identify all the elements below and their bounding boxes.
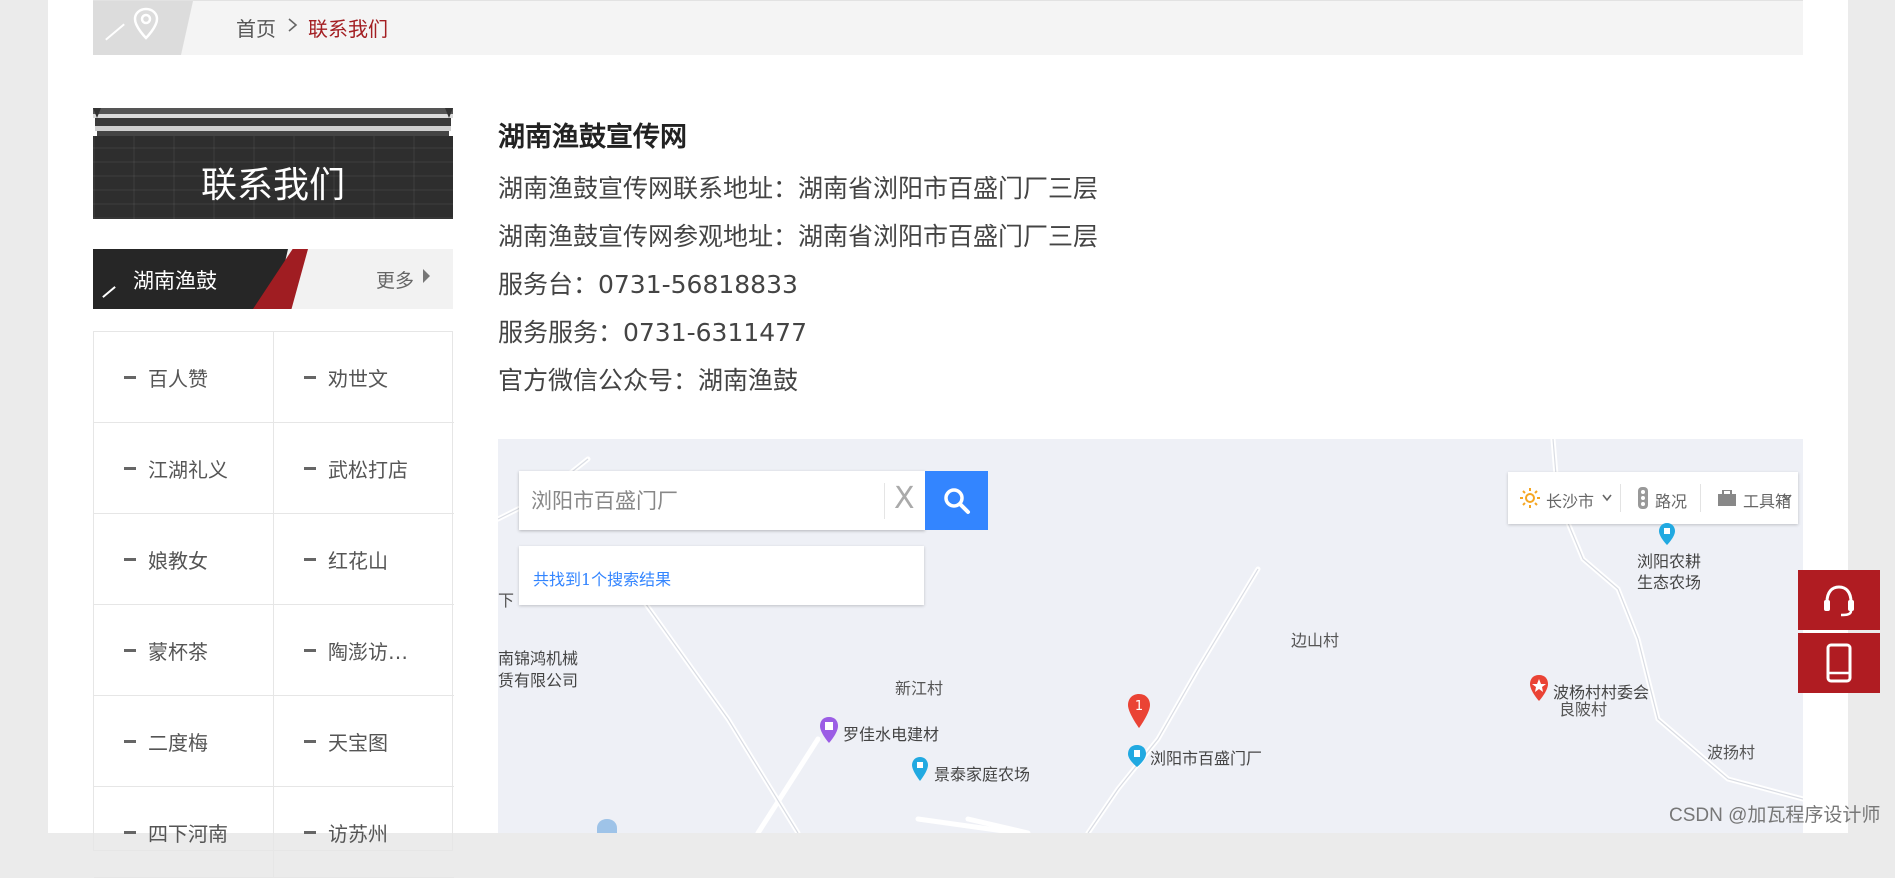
map-view[interactable]: 浏阳市百盛门厂 X 共找到1个搜索结果 长沙市 路况 工具箱 下 南锦鸿机械 赁… (498, 439, 1803, 833)
toolbox-icon (1718, 490, 1736, 506)
breadcrumb: 首页 联系我们 (93, 0, 1803, 55)
contact-service-desk: 服务台：0731-56818833 (498, 270, 798, 299)
category-item[interactable]: 劝世文 (274, 332, 454, 423)
csdn-watermark: CSDN @加瓦程序设计师 (1669, 805, 1881, 826)
category-grid: 百人赞 劝世文 江湖礼义 武松打店 娘教女 红花山 蒙杯茶 陶澎访… 二度梅 天… (93, 331, 454, 878)
government-poi-icon[interactable] (1529, 675, 1549, 701)
category-item[interactable]: 江湖礼义 (94, 423, 274, 514)
sidebar-title-panel: 联系我们 (93, 136, 453, 219)
map-village-label: 边山村 (1291, 631, 1340, 650)
poi-label: 浏阳市百盛门厂 (1150, 749, 1263, 768)
category-item[interactable]: 娘教女 (94, 514, 274, 605)
category-item[interactable]: 蒙杯茶 (94, 605, 274, 696)
map-search-input[interactable]: 浏阳市百盛门厂 (531, 485, 678, 515)
more-link[interactable]: 更多 (376, 266, 414, 293)
map-area-label: 下 (498, 591, 515, 610)
map-search-box: 浏阳市百盛门厂 X (519, 471, 925, 530)
poi-icon (597, 819, 617, 833)
breadcrumb-current: 联系我们 (308, 17, 388, 41)
location-pin-icon (133, 7, 159, 40)
category-title: 湖南渔鼓 (133, 269, 217, 293)
traffic-button[interactable]: 路况 (1655, 488, 1687, 512)
chevron-down-icon (1602, 494, 1612, 502)
sidebar-title-block: 联系我们 (93, 108, 453, 219)
traffic-light-icon (1638, 487, 1648, 509)
map-toolbar: 长沙市 路况 工具箱 (1508, 472, 1798, 524)
customer-service-button[interactable] (1798, 570, 1880, 630)
map-search-button[interactable] (925, 471, 988, 530)
contact-title: 湖南渔鼓宣传网 (498, 122, 687, 153)
contact-address: 湖南渔鼓宣传网联系地址：湖南省浏阳市百盛门厂三层 (498, 174, 1099, 203)
poi-label: 波杨村村委会 (1553, 683, 1650, 702)
map-area-label: 赁有限公司 (498, 671, 579, 690)
store-poi-icon[interactable] (819, 717, 839, 743)
sidebar-title: 联系我们 (200, 165, 345, 206)
city-selector[interactable]: 长沙市 (1546, 488, 1594, 512)
category-item[interactable]: 红花山 (274, 514, 454, 605)
sun-icon (1520, 488, 1540, 508)
marker-number: 1 (1135, 699, 1143, 714)
contact-service-phone: 服务服务：0731-6311477 (498, 318, 807, 347)
category-item[interactable]: 天宝图 (274, 696, 454, 787)
mobile-button[interactable] (1798, 633, 1880, 693)
category-item[interactable]: 百人赞 (94, 332, 274, 423)
map-marker-icon[interactable]: 1 (1127, 694, 1151, 728)
search-icon (944, 488, 970, 514)
breadcrumb-home-link[interactable]: 首页 (236, 13, 276, 42)
map-search-results: 共找到1个搜索结果 (519, 546, 924, 605)
map-area-label: 南锦鸿机械 (498, 649, 579, 668)
chevron-right-icon (288, 18, 298, 32)
chevron-down-icon (1782, 494, 1792, 502)
poi-label: 浏阳农耕 生态农场 (1637, 552, 1702, 592)
map-village-label: 波扬村 (1707, 743, 1756, 762)
category-item[interactable]: 二度梅 (94, 696, 274, 787)
clear-search-button[interactable]: X (894, 481, 915, 516)
headset-icon (1824, 585, 1854, 617)
category-item[interactable]: 武松打店 (274, 423, 454, 514)
category-item[interactable]: 陶澎访… (274, 605, 454, 696)
poi-label: 景泰家庭农场 (934, 765, 1031, 784)
caret-right-icon (423, 269, 430, 283)
search-result-count[interactable]: 共找到1个搜索结果 (533, 566, 671, 590)
farm-poi-icon[interactable] (1658, 523, 1676, 545)
factory-poi-icon[interactable] (1127, 745, 1147, 767)
page-container: 首页 联系我们 联系我们 湖南渔鼓 更多 百人赞 劝世文 江湖礼义 武松打店 娘… (48, 0, 1848, 878)
poi-label: 罗佳水电建材 (843, 725, 940, 744)
mobile-phone-icon (1826, 643, 1852, 683)
category-header: 湖南渔鼓 更多 (93, 249, 453, 309)
contact-visit-address: 湖南渔鼓宣传网参观地址：湖南省浏阳市百盛门厂三层 (498, 222, 1099, 251)
farm-poi-icon[interactable] (911, 757, 929, 781)
map-village-label: 新江村 (895, 679, 944, 698)
contact-wechat: 官方微信公众号：湖南渔鼓 (498, 366, 799, 395)
roof-eave-decoration (93, 108, 453, 138)
location-badge (93, 1, 193, 55)
